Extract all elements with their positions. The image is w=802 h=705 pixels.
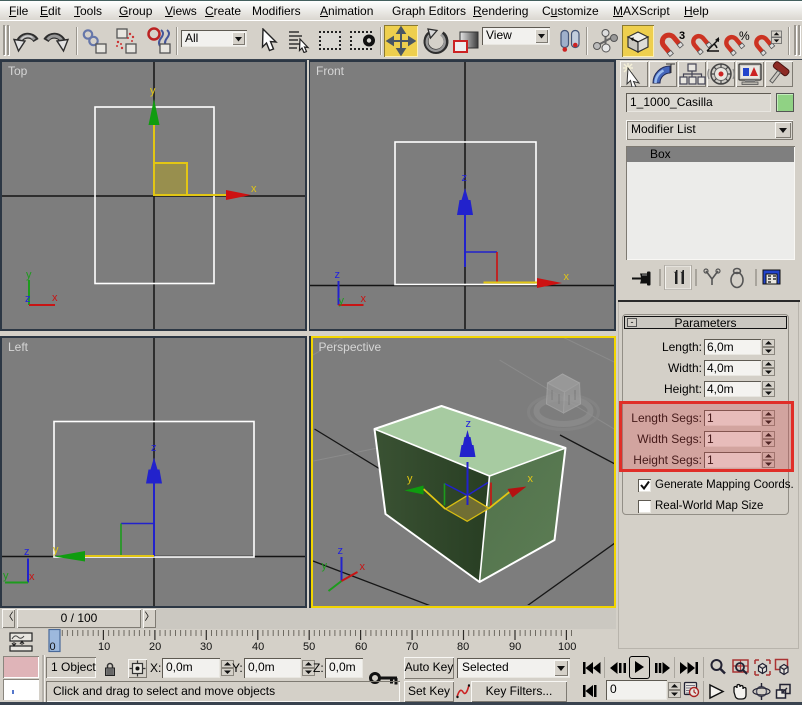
svg-text:z: z xyxy=(465,418,471,430)
svg-text:y: y xyxy=(3,570,9,582)
svg-text:x: x xyxy=(527,473,533,485)
svg-text:z: z xyxy=(462,172,468,184)
svg-text:y: y xyxy=(150,85,156,97)
svg-text:z: z xyxy=(24,546,30,558)
svg-text:x: x xyxy=(29,571,35,583)
svg-text:y: y xyxy=(339,295,345,307)
svg-text:z: z xyxy=(25,293,31,305)
svg-text:x: x xyxy=(251,183,257,195)
svg-text:z: z xyxy=(335,269,341,281)
svg-text:y: y xyxy=(321,560,327,572)
svg-text:y: y xyxy=(53,544,59,556)
svg-text:x: x xyxy=(359,561,365,573)
svg-text:y: y xyxy=(26,269,32,281)
svg-text:y: y xyxy=(407,473,413,485)
svg-text:z: z xyxy=(337,545,343,557)
svg-text:3: 3 xyxy=(679,30,685,42)
svg-text:%: % xyxy=(739,29,750,43)
svg-text:x: x xyxy=(52,292,58,304)
svg-text:z: z xyxy=(151,442,157,454)
svg-text:x: x xyxy=(361,293,367,305)
svg-text:x: x xyxy=(564,271,570,283)
